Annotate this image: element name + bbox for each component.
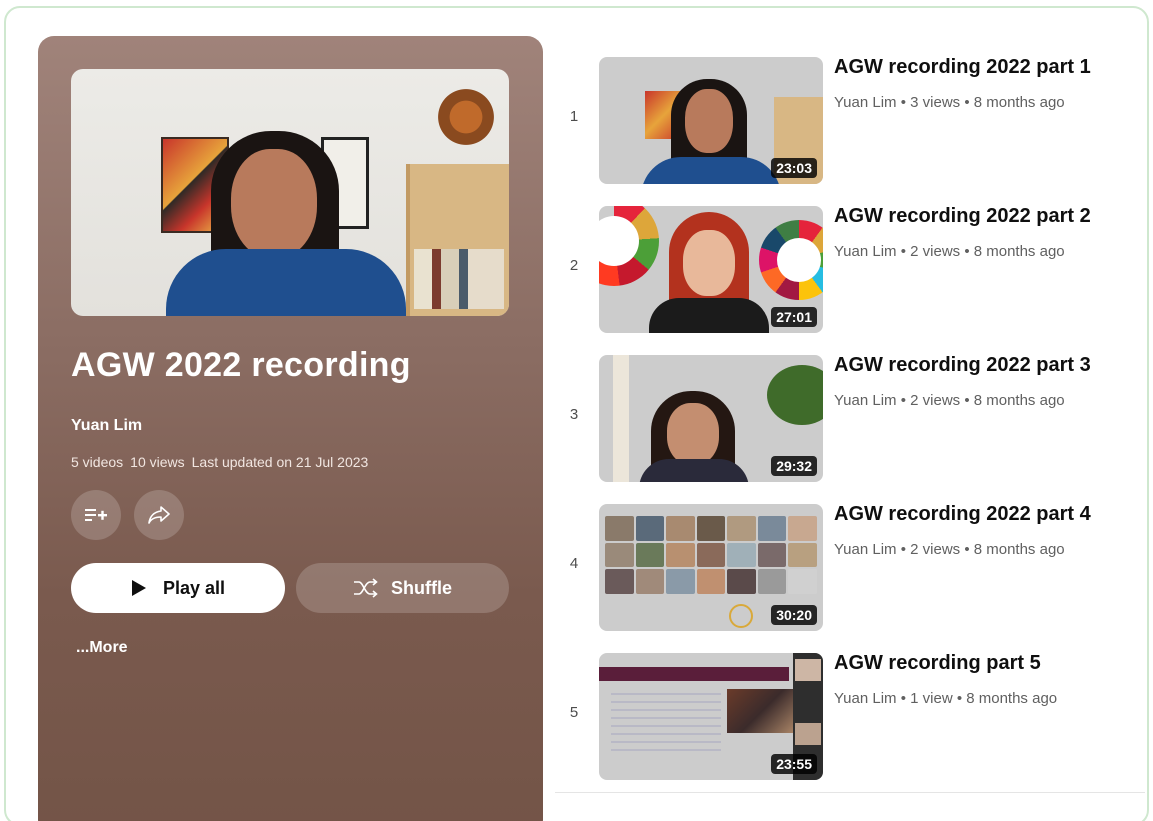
playlist-video-item[interactable]: 5 23:55 AGW recording part 5 Yuan Lim • … — [555, 646, 1145, 786]
video-thumbnail[interactable]: 29:32 — [599, 355, 823, 482]
playlist-meta: 5 videos 10 views Last updated on 21 Jul… — [71, 454, 368, 470]
video-meta: Yuan Lim • 2 views • 8 months ago — [834, 541, 1065, 558]
video-index: 5 — [569, 704, 579, 721]
video-count: 5 videos — [71, 454, 124, 470]
video-meta: Yuan Lim • 1 view • 8 months ago — [834, 690, 1058, 707]
view-count: 10 views — [130, 454, 185, 470]
video-title[interactable]: AGW recording 2022 part 1 — [834, 56, 1091, 79]
video-index: 3 — [569, 406, 579, 423]
video-index: 2 — [569, 257, 579, 274]
video-thumbnail[interactable]: 23:55 — [599, 653, 823, 780]
playlist-video-item[interactable]: 4 30:20 AGW recording 2022 part 4 Yuan L… — [555, 497, 1145, 637]
video-meta: Yuan Lim • 2 views • 8 months ago — [834, 243, 1065, 260]
share-button[interactable] — [134, 490, 184, 540]
playlist-video-item[interactable]: 3 29:32 AGW recording 2022 part 3 Yuan L… — [555, 348, 1145, 488]
video-thumbnail[interactable]: 30:20 — [599, 504, 823, 631]
playlist-video-item[interactable]: 1 23:03 AGW recording 2022 part 1 Yuan L… — [555, 50, 1145, 190]
video-duration-badge: 30:20 — [771, 605, 817, 625]
share-icon — [148, 506, 170, 524]
video-index: 4 — [569, 555, 579, 572]
play-all-button[interactable]: Play all — [71, 563, 285, 613]
playlist-video-item[interactable]: 2 27:01 AGW recording 2022 part 2 Yuan L… — [555, 199, 1145, 339]
shuffle-icon — [354, 578, 378, 598]
video-thumbnail[interactable]: 27:01 — [599, 206, 823, 333]
video-duration-badge: 29:32 — [771, 456, 817, 476]
shuffle-label: Shuffle — [391, 577, 452, 598]
last-updated: Last updated on 21 Jul 2023 — [191, 454, 369, 470]
list-divider — [555, 792, 1145, 793]
video-duration-badge: 23:55 — [771, 754, 817, 774]
add-to-queue-icon — [85, 509, 107, 521]
add-to-queue-button[interactable] — [71, 490, 121, 540]
video-title[interactable]: AGW recording 2022 part 3 — [834, 354, 1091, 377]
video-title[interactable]: AGW recording part 5 — [834, 652, 1041, 675]
video-duration-badge: 27:01 — [771, 307, 817, 327]
video-duration-badge: 23:03 — [771, 158, 817, 178]
video-title[interactable]: AGW recording 2022 part 4 — [834, 503, 1091, 526]
playlist-cover-thumbnail[interactable] — [71, 69, 509, 316]
shuffle-button[interactable]: Shuffle — [296, 563, 509, 613]
video-index: 1 — [569, 108, 579, 125]
playlist-header-panel: AGW 2022 recording Yuan Lim 5 videos 10 … — [38, 36, 543, 821]
video-thumbnail[interactable]: 23:03 — [599, 57, 823, 184]
more-description-link[interactable]: ...More — [76, 639, 128, 657]
play-icon — [131, 580, 146, 596]
video-meta: Yuan Lim • 2 views • 8 months ago — [834, 392, 1065, 409]
playlist-owner-link[interactable]: Yuan Lim — [71, 417, 142, 435]
playlist-title: AGW 2022 recording — [71, 346, 411, 384]
video-title[interactable]: AGW recording 2022 part 2 — [834, 205, 1091, 228]
play-all-label: Play all — [162, 577, 226, 598]
video-meta: Yuan Lim • 3 views • 8 months ago — [834, 94, 1065, 111]
